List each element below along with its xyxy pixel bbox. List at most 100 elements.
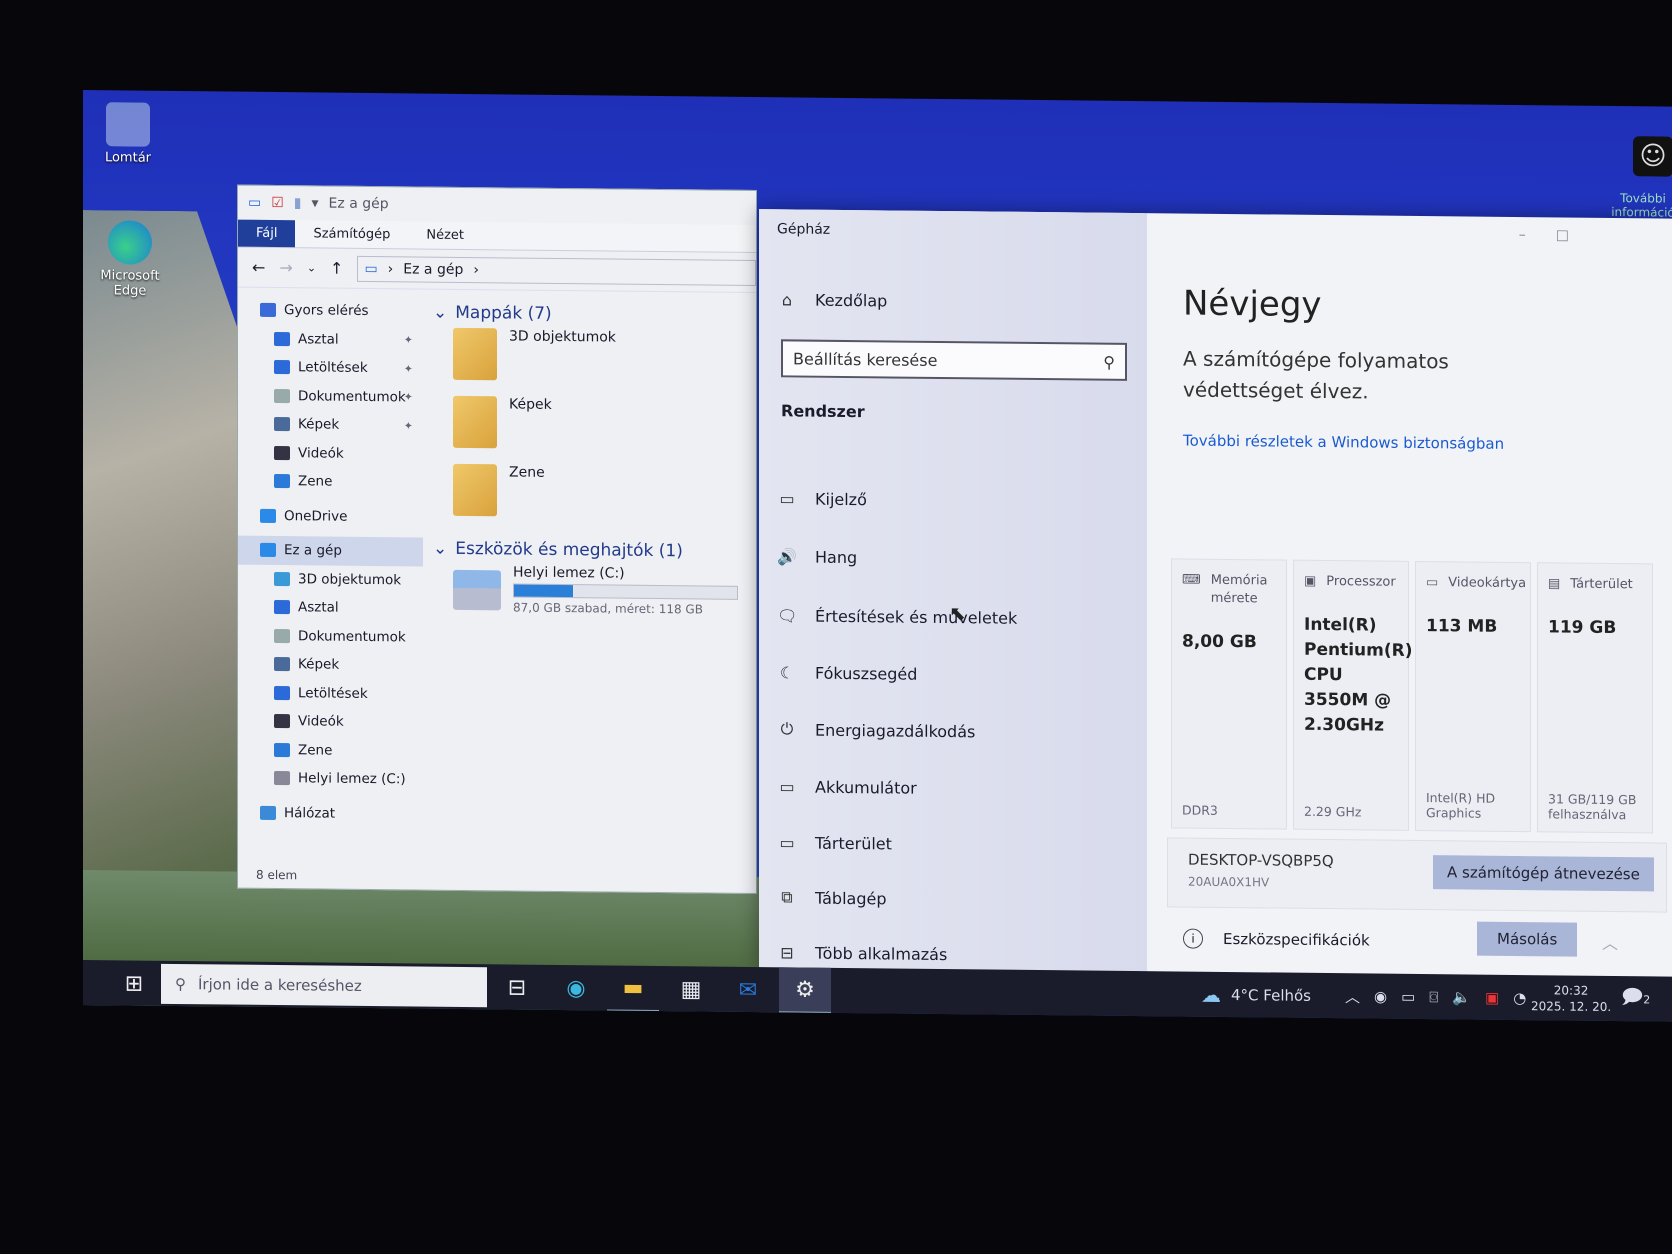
camera-icon[interactable]: ⌼ (1429, 988, 1438, 1006)
sidebar-item-label: Értesítések és műveletek (815, 606, 1018, 628)
window-controls: –□ (1519, 227, 1599, 244)
collapse-chevron-icon[interactable]: ︿ (1602, 930, 1618, 954)
sidebar-item[interactable]: ⧉ Táblagép (777, 882, 886, 913)
volume-icon[interactable]: 🔈 (1452, 988, 1471, 1006)
settings-title: Gépház (777, 221, 831, 238)
nav-item-icon (274, 600, 290, 615)
show-hidden-icons-chevron-icon[interactable]: ︿ (1345, 986, 1360, 1007)
taskbar-search-input[interactable]: ⚲ Írjon ide a kereséshez (161, 963, 487, 1008)
nav-item[interactable]: Asztal (238, 593, 423, 623)
nav-item[interactable]: Dokumentumok (238, 621, 423, 651)
properties-icon[interactable]: ☑ (271, 195, 284, 211)
folders-group-header[interactable]: ⌄ Mappák (7) (433, 298, 758, 331)
nav-item[interactable]: Ez a gép (238, 535, 423, 567)
settings-search-input[interactable]: Beállítás keresése ⚲ (781, 339, 1127, 381)
taskbar-outlook[interactable]: ✉ (722, 967, 774, 1014)
taskbar-store[interactable]: ▦ (665, 966, 717, 1013)
folder-item[interactable]: 3D objektumok (433, 327, 758, 399)
nav-item[interactable]: Zene (238, 735, 423, 765)
desktop: Lomtár Microsoft Edge ☺ További informác… (83, 90, 1672, 1022)
spec-card-footer: 2.29 GHz (1304, 803, 1362, 820)
desktop-icon-recycle-bin[interactable]: Lomtár (83, 102, 173, 166)
group-label: Mappák (7) (455, 302, 552, 324)
nav-item[interactable]: Dokumentumok ✦ (238, 381, 423, 411)
record-icon[interactable]: ◉ (1374, 988, 1387, 1006)
cloud-icon: ☁ (1201, 982, 1221, 1007)
folder-item[interactable]: Zene (433, 463, 758, 535)
nav-item[interactable]: Gyors elérés (238, 296, 423, 326)
breadcrumb-this-pc[interactable]: Ez a gép (403, 261, 463, 278)
folder-icon (453, 327, 497, 381)
tab-computer[interactable]: Számítógép (295, 220, 408, 248)
nav-item[interactable]: 3D objektumok (238, 564, 423, 594)
security-details-link[interactable]: További részletek a Windows biztonságban (1183, 432, 1504, 453)
nav-item[interactable]: Letöltések (238, 678, 423, 708)
battery-icon[interactable]: ▭ (1401, 988, 1415, 1006)
nav-item-icon (274, 417, 290, 432)
folder-label: Képek (509, 396, 552, 413)
taskbar-settings[interactable]: ⚙ (779, 967, 831, 1014)
nav-item[interactable]: Videók (238, 438, 423, 468)
up-arrow-icon[interactable]: ↑ (330, 259, 343, 278)
desktop-icon-edge[interactable]: Microsoft Edge (85, 220, 175, 299)
info-app-icon[interactable]: ☺ (1633, 136, 1672, 177)
drive-item-c[interactable]: Helyi lemez (C:) 87,0 GB szabad, méret: … (433, 564, 758, 627)
forward-arrow-icon[interactable]: → (279, 258, 292, 277)
sidebar-item[interactable]: ▭ Kijelző (777, 483, 866, 514)
sidebar-item[interactable]: ▭ Akkumulátor (777, 771, 916, 802)
nav-item[interactable]: Zene (238, 467, 423, 497)
sidebar-item[interactable]: 🔊 Hang (777, 541, 857, 572)
task-view-button[interactable]: ⊟ (491, 964, 543, 1011)
nav-item[interactable]: Letöltések ✦ (238, 353, 423, 383)
nav-item[interactable]: Helyi lemez (C:) (238, 764, 423, 794)
nav-item-label: Zene (298, 473, 333, 490)
wifi-icon[interactable]: ◔ (1513, 989, 1526, 1007)
copy-button[interactable]: Másolás (1477, 921, 1578, 957)
sidebar-item[interactable]: 🗨 Értesítések és műveletek (777, 600, 1017, 633)
minimize-icon[interactable]: – (1519, 227, 1556, 243)
spec-card-footer: DDR3 (1182, 802, 1218, 818)
breadcrumb-separator: › (473, 261, 479, 278)
nav-item-icon (274, 331, 290, 346)
start-button[interactable]: ⊞ (108, 960, 160, 1007)
back-arrow-icon[interactable]: ← (252, 258, 265, 277)
system-tray: ︿ ◉ ▭ ⌼ 🔈 ▣ ◔ (1345, 973, 1526, 1021)
nav-item[interactable]: Videók (238, 707, 423, 737)
rename-pc-button[interactable]: A számítógép átnevezése (1433, 855, 1654, 892)
clock[interactable]: 20:32 2025. 12. 20. (1531, 975, 1611, 1021)
nav-item-icon (274, 685, 290, 700)
taskbar-file-explorer[interactable]: ▬ (607, 965, 659, 1013)
nav-item[interactable]: Képek (238, 650, 423, 680)
tab-view[interactable]: Nézet (408, 221, 482, 249)
drives-group-header[interactable]: ⌄ Eszközök és meghajtók (1) (433, 534, 758, 567)
sidebar-item-home[interactable]: ⌂ Kezdőlap (777, 284, 887, 315)
sidebar-item-icon: ▭ (779, 488, 795, 508)
spec-card-title: Memória mérete (1210, 572, 1268, 607)
folder-item[interactable]: Képek (433, 395, 758, 467)
nav-item-label: Képek (298, 416, 340, 433)
nav-item[interactable]: OneDrive (238, 501, 423, 531)
sidebar-item[interactable]: ☾ Fókuszsegéd (777, 657, 918, 688)
security-alert-icon[interactable]: ▣ (1485, 989, 1499, 1007)
new-folder-icon[interactable]: ▮ (294, 195, 302, 211)
sidebar-item[interactable]: ⊟ Több alkalmazás (777, 937, 947, 969)
about-page: –□ Névjegy A számítógépe folyamatos véde… (1147, 213, 1672, 979)
device-specs-header[interactable]: i Eszközspecifikációk (1183, 928, 1370, 951)
nav-item-icon (260, 543, 276, 558)
address-bar[interactable]: ▭ › Ez a gép › (357, 255, 756, 286)
weather-widget[interactable]: ☁ 4°C Felhős (1201, 972, 1311, 1019)
action-center-button[interactable]: 🗩 2 (1621, 976, 1650, 1022)
sidebar-item[interactable]: ▭ Tárterület (777, 827, 891, 858)
nav-item[interactable]: Képek ✦ (238, 410, 423, 440)
nav-item[interactable]: Hálózat (238, 798, 423, 828)
customize-toolbar-chevron-icon[interactable]: ▾ (312, 195, 319, 211)
tab-file[interactable]: Fájl (238, 219, 296, 248)
sidebar-item-label: Energiagazdálkodás (815, 720, 976, 741)
maximize-icon[interactable]: □ (1556, 227, 1599, 243)
sidebar-item[interactable]: ⏻ Energiagazdálkodás (777, 714, 976, 746)
folder-icon: ▬ (622, 975, 644, 1001)
nav-item[interactable]: Asztal ✦ (238, 324, 423, 354)
search-placeholder: Beállítás keresése (793, 349, 938, 370)
taskbar-edge[interactable]: ◉ (550, 965, 602, 1012)
recent-chevron-icon[interactable]: ⌄ (307, 261, 316, 274)
